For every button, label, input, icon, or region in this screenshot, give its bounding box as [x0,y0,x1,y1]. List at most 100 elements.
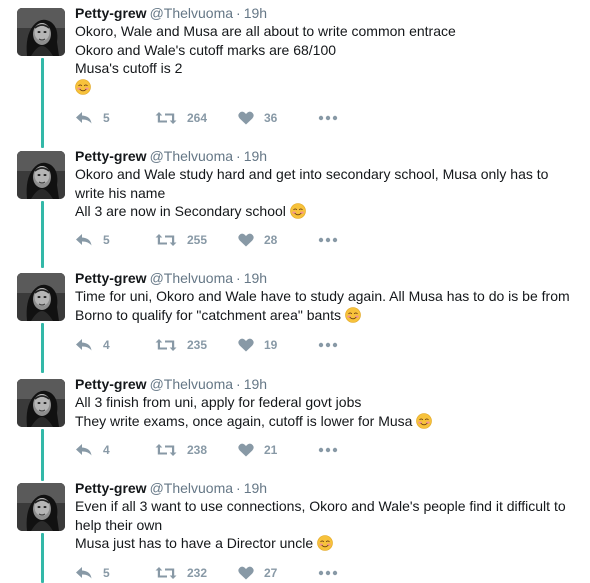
avatar-image [17,8,65,56]
tweet-text: They write exams, once again, cutoff is … [75,412,413,429]
timestamp[interactable]: 19h [244,148,267,164]
timestamp[interactable]: 19h [244,480,267,496]
reply-icon [76,567,92,579]
like-count: 28 [264,233,278,247]
heart-icon [238,443,254,457]
reply-button[interactable]: 4 [75,440,110,460]
like-count: 27 [264,566,278,580]
display-name[interactable]: Petty-grew [75,376,147,392]
separator-dot: · [236,270,241,286]
tweet-text-line: Okoro, Wale and Musa are all about to wr… [75,22,580,41]
tweet-text: help their own [75,516,163,533]
retweet-icon [155,112,177,124]
tweet-text: Okoro, Wale and Musa are all about to wr… [75,23,456,39]
like-button[interactable]: 36 [238,108,277,128]
display-name[interactable]: Petty-grew [75,270,147,286]
display-name[interactable]: Petty-grew [75,480,147,496]
display-name[interactable]: Petty-grew [75,5,147,21]
tweet-body: Okoro and Wale study hard and get into s… [75,165,580,221]
username[interactable]: @Thelvuoma [150,480,233,496]
tweet-body: All 3 finish from uni, apply for federal… [75,393,580,430]
username[interactable]: @Thelvuoma [150,148,233,164]
reply-count: 4 [103,338,110,352]
reply-button[interactable]: 5 [75,230,110,250]
tweet-text-line: Okoro and Wale's cutoff marks are 68/100 [75,41,580,60]
separator-dot: · [236,148,241,164]
more-button[interactable] [318,108,338,128]
retweet-count: 235 [187,338,208,352]
reply-count: 5 [103,233,110,247]
tweet-text-line: Even if all 3 want to use connections, O… [75,497,580,516]
avatar[interactable] [17,379,65,427]
like-button[interactable]: 28 [238,230,277,250]
tweet-thread: Petty-grew @Thelvuoma · 19h Okoro, Wale and … [0,0,590,583]
like-button[interactable]: 19 [238,335,277,355]
tweet-content: Petty-grew @Thelvuoma · 19h All 3 finish fro… [75,375,580,430]
more-dots-icon [318,237,338,243]
like-count: 36 [264,111,278,125]
retweet-count: 255 [187,233,208,247]
avatar[interactable] [17,273,65,321]
username[interactable]: @Thelvuoma [150,270,233,286]
retweet-button[interactable]: 235 [155,335,207,355]
tweet-text-line: Time for uni, Okoro and Wale have to stu… [75,287,580,306]
smiling-face-emoji [75,78,91,95]
retweet-icon [155,234,177,246]
retweet-button[interactable]: 232 [155,563,207,583]
tweet-text-line: All 3 are now in Secondary school [75,202,580,221]
tweet-header: Petty-grew @Thelvuoma · 19h [75,479,580,497]
heart-icon [238,566,254,580]
avatar[interactable] [17,8,65,56]
reply-icon [76,339,92,351]
timestamp[interactable]: 19h [244,376,267,392]
tweet-text: write his name [75,184,166,201]
display-name[interactable]: Petty-grew [75,148,147,164]
reply-button[interactable]: 4 [75,335,110,355]
tweet-header: Petty-grew @Thelvuoma · 19h [75,269,580,287]
more-button[interactable] [318,335,338,355]
reply-button[interactable]: 5 [75,563,110,583]
reply-count: 4 [103,443,110,457]
tweet-text-line: Musa just has to have a Director uncle [75,534,580,553]
tweet-text: Okoro and Wale's cutoff marks are 68/100 [75,41,337,58]
tweet-body: Even if all 3 want to use connections, O… [75,497,580,553]
retweet-button[interactable]: 238 [155,440,207,460]
tweet-content: Petty-grew @Thelvuoma · 19h Even if all 3 wa… [75,479,580,553]
like-button[interactable]: 27 [238,563,277,583]
username[interactable]: @Thelvuoma [150,376,233,392]
more-button[interactable] [318,230,338,250]
reply-button[interactable]: 5 [75,108,110,128]
tweet-body: Time for uni, Okoro and Wale have to stu… [75,287,580,324]
retweet-icon [155,567,177,579]
like-count: 19 [264,338,278,352]
tweet-text-line: Borno to qualify for "catchment area" ba… [75,306,580,325]
smiling-face-emoji [290,203,306,219]
more-dots-icon [318,447,338,453]
timestamp[interactable]: 19h [244,5,267,21]
tweet-text-line: help their own [75,516,580,535]
retweet-button[interactable]: 255 [155,230,207,250]
separator-dot: · [236,480,241,496]
tweet[interactable]: Petty-grew @Thelvuoma · 19h All 3 finish fro… [0,375,590,475]
more-button[interactable] [318,440,338,460]
tweet-text: Okoro and Wale study hard and get into s… [75,166,549,182]
retweet-count: 232 [187,566,208,580]
tweet-body: Okoro, Wale and Musa are all about to wr… [75,22,580,96]
tweet-text-line: Okoro and Wale study hard and get into s… [75,165,580,184]
smiling-face-emoji [416,412,433,429]
tweet-header: Petty-grew @Thelvuoma · 19h [75,375,580,393]
timestamp[interactable]: 19h [244,270,267,286]
tweet-text-line [75,78,580,97]
username[interactable]: @Thelvuoma [150,5,233,21]
avatar-image [17,483,65,531]
avatar[interactable] [17,483,65,531]
avatar[interactable] [17,151,65,199]
retweet-button[interactable]: 264 [155,108,207,128]
tweet-text: Even if all 3 want to use connections, O… [75,498,566,514]
tweet-text: Musa just has to have a Director uncle [75,535,314,551]
tweet-text: Time for uni, Okoro and Wale have to stu… [75,288,570,304]
retweet-count: 264 [187,111,208,125]
more-button[interactable] [318,563,338,583]
tweet[interactable]: Petty-grew @Thelvuoma · 19h Okoro, Wale and … [0,4,590,104]
like-button[interactable]: 21 [238,440,277,460]
